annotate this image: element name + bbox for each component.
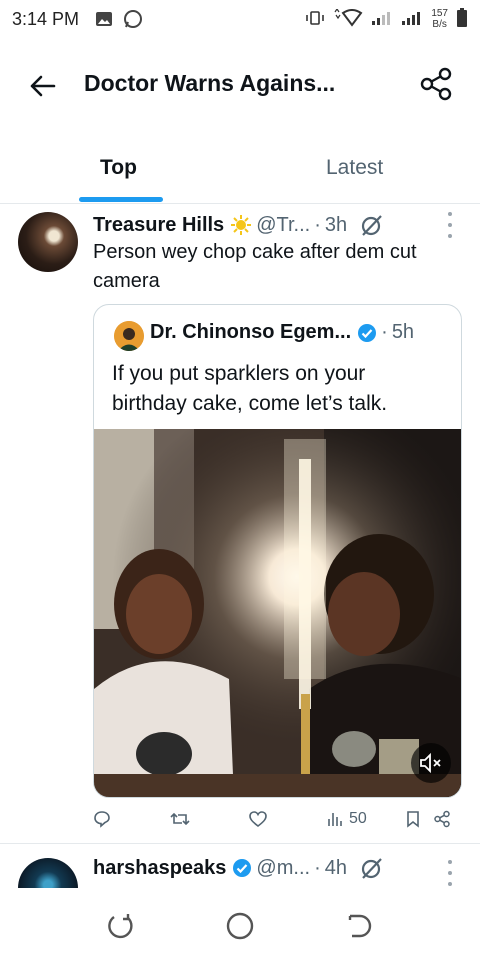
sun-emoji-icon	[230, 214, 252, 236]
retweet-icon	[170, 812, 190, 826]
mute-button[interactable]	[411, 743, 451, 783]
speaker-muted-icon	[420, 752, 441, 774]
author-name[interactable]: Treasure Hills	[93, 214, 224, 237]
quote-video[interactable]	[94, 429, 461, 797]
quoted-tweet[interactable]: Dr. Chinonso Egem... · 5h If you put spa…	[93, 304, 462, 798]
author-handle: @m...	[256, 856, 311, 879]
quote-author-name: Dr. Chinonso Egem...	[150, 321, 352, 343]
vibrate-icon	[305, 10, 325, 28]
video-frame-image	[94, 429, 461, 797]
tweet-time: 4h	[324, 856, 347, 879]
back-nav-button[interactable]	[342, 908, 378, 944]
share-tweet-button[interactable]	[433, 810, 451, 828]
share-icon	[420, 67, 452, 101]
tweet-text: Person wey chop cake after dem cut camer…	[93, 241, 417, 292]
reply-button[interactable]	[93, 810, 117, 828]
home-circle-icon	[226, 912, 254, 940]
bookmark-button[interactable]	[406, 810, 420, 828]
wifi-icon	[333, 7, 363, 30]
back-button[interactable]	[26, 70, 58, 102]
tab-latest[interactable]: Latest	[326, 156, 383, 180]
quote-text: If you put sparklers on your birthday ca…	[112, 362, 388, 415]
separator-dot: ·	[314, 856, 321, 879]
more-options-icon[interactable]	[445, 212, 455, 238]
bookmark-icon	[407, 811, 419, 828]
speed-value: 157	[431, 8, 448, 19]
recents-button[interactable]	[102, 908, 138, 944]
tab-bar: Top Latest	[0, 140, 480, 204]
share-icon	[434, 810, 450, 828]
status-time: 3:14 PM	[12, 8, 80, 29]
network-speed: 157 B/s	[431, 8, 448, 30]
views-count: 50	[349, 810, 367, 827]
views-icon	[328, 813, 342, 826]
arrow-left-icon	[30, 75, 56, 97]
retweet-button[interactable]	[170, 810, 196, 828]
grok-icon[interactable]	[359, 856, 385, 880]
separator-dot: ·	[314, 213, 321, 236]
separator-dot: ·	[381, 321, 388, 343]
recents-icon	[108, 914, 133, 939]
status-bar: 3:14 PM 157 B/s	[0, 0, 480, 38]
heart-icon	[249, 811, 267, 828]
grok-icon[interactable]	[359, 213, 385, 237]
tweet-header: Treasure Hills @Tr... · 3h	[93, 210, 463, 240]
signal-icon	[401, 10, 423, 29]
tweet-actions: 50	[93, 810, 463, 840]
reply-icon	[94, 811, 110, 828]
author-name[interactable]: harshaspeaks	[93, 857, 226, 880]
whatsapp-icon	[123, 9, 143, 29]
author-handle: @Tr...	[256, 213, 311, 236]
more-options-icon[interactable]	[445, 860, 455, 886]
quote-time: 5h	[391, 321, 415, 343]
verified-badge-icon	[357, 323, 377, 343]
avatar[interactable]	[18, 858, 78, 888]
system-nav-bar	[0, 888, 480, 960]
like-button[interactable]	[248, 810, 274, 828]
tweet-time: 3h	[324, 213, 348, 236]
back-nav-icon	[348, 914, 372, 938]
tab-top[interactable]: Top	[100, 156, 137, 180]
speed-unit: B/s	[432, 19, 447, 30]
page-title: Doctor Warns Agains...	[84, 70, 336, 96]
top-app-bar: Doctor Warns Agains...	[0, 52, 480, 116]
active-tab-indicator	[79, 197, 163, 202]
home-button[interactable]	[222, 908, 258, 944]
verified-badge-icon	[232, 858, 252, 878]
share-button[interactable]	[418, 66, 454, 102]
views-button[interactable]: 50	[327, 810, 367, 828]
tweet-header: harshaspeaks @m... · 4h	[93, 856, 463, 880]
battery-icon	[456, 7, 468, 31]
signal-icon	[371, 10, 393, 29]
tweet[interactable]: harshaspeaks @m... · 4h	[0, 844, 480, 888]
quote-header: Dr. Chinonso Egem... · 5h	[150, 321, 414, 344]
gallery-icon	[95, 11, 113, 27]
avatar[interactable]	[18, 212, 78, 272]
quote-avatar	[114, 321, 144, 351]
